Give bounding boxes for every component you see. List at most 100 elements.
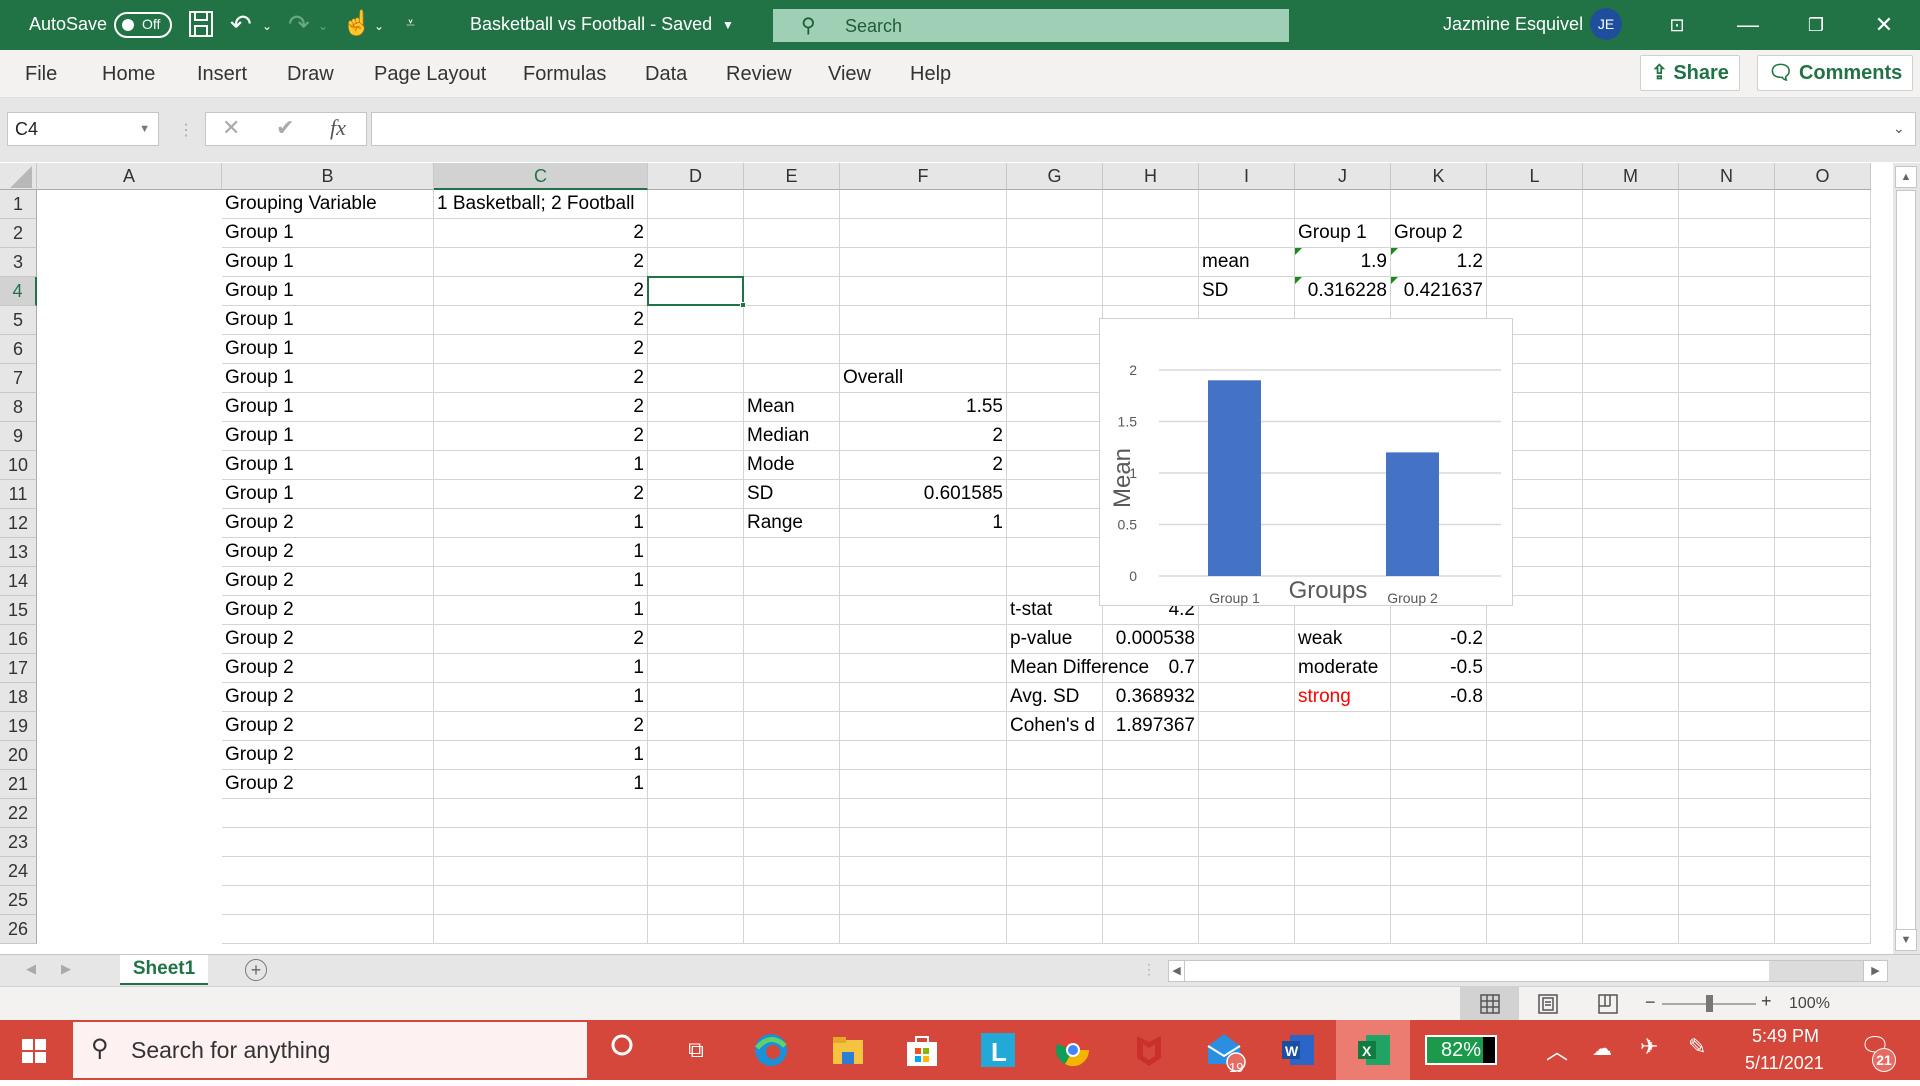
cell-a9[interactable]: Group 1: [222, 422, 434, 451]
cell-empty[interactable]: [1295, 886, 1391, 915]
cell-empty[interactable]: [1775, 422, 1871, 451]
cell-empty[interactable]: [1007, 741, 1103, 770]
mean-label[interactable]: mean: [1199, 248, 1295, 277]
cell-empty[interactable]: [1679, 364, 1775, 393]
tab-file[interactable]: File: [25, 63, 57, 86]
cell-empty[interactable]: [840, 219, 1007, 248]
group1-sd[interactable]: 0.316228: [1295, 277, 1391, 306]
cell-empty[interactable]: [648, 335, 744, 364]
cell-empty[interactable]: [1775, 741, 1871, 770]
cell-empty[interactable]: [1679, 248, 1775, 277]
row-header-10[interactable]: 10: [0, 451, 37, 480]
cell-a7[interactable]: Group 1: [222, 364, 434, 393]
cell-empty[interactable]: [1007, 567, 1103, 596]
cell-empty[interactable]: [1007, 480, 1103, 509]
cell-empty[interactable]: [1199, 770, 1295, 799]
pen-workspace-icon[interactable]: ✎: [1688, 1034, 1706, 1060]
cell-empty[interactable]: [840, 335, 1007, 364]
column-header-o[interactable]: O: [1775, 163, 1871, 190]
horizontal-scroll-track[interactable]: [1769, 961, 1863, 981]
column-header-f[interactable]: F: [840, 163, 1007, 190]
cancel-icon[interactable]: ✕: [222, 115, 240, 141]
cell-empty[interactable]: [648, 277, 744, 306]
cell-b13[interactable]: 1: [434, 538, 648, 567]
cell-empty[interactable]: [1391, 712, 1487, 741]
row-header-2[interactable]: 2: [0, 219, 37, 248]
ttest-label[interactable]: p-value: [1007, 625, 1103, 654]
cell-empty[interactable]: [1679, 770, 1775, 799]
cell-empty[interactable]: [1295, 712, 1391, 741]
cell-empty[interactable]: [1007, 886, 1103, 915]
cell-empty[interactable]: [744, 190, 840, 219]
cell-empty[interactable]: [1007, 451, 1103, 480]
cell-empty[interactable]: [222, 857, 434, 886]
next-sheet-icon[interactable]: ▶: [61, 961, 71, 977]
cell-empty[interactable]: [648, 190, 744, 219]
cell-empty[interactable]: [1295, 828, 1391, 857]
row-header-9[interactable]: 9: [0, 422, 37, 451]
cell-empty[interactable]: [1583, 335, 1679, 364]
cell-empty[interactable]: [1679, 219, 1775, 248]
cell-empty[interactable]: [1775, 770, 1871, 799]
clock-time[interactable]: 5:49 PM: [1752, 1026, 1819, 1047]
cell-empty[interactable]: [1199, 219, 1295, 248]
overall-label-range[interactable]: Range: [744, 509, 840, 538]
select-all-corner[interactable]: [0, 163, 37, 190]
cell-empty[interactable]: [1775, 857, 1871, 886]
cell-empty[interactable]: [1775, 654, 1871, 683]
cell-empty[interactable]: [648, 422, 744, 451]
row-header-8[interactable]: 8: [0, 393, 37, 422]
cell-empty[interactable]: [1583, 538, 1679, 567]
cell-empty[interactable]: [840, 277, 1007, 306]
row-header-6[interactable]: 6: [0, 335, 37, 364]
cell-empty[interactable]: [648, 799, 744, 828]
cell-b10[interactable]: 1: [434, 451, 648, 480]
column-header-l[interactable]: L: [1487, 163, 1583, 190]
cell-empty[interactable]: [648, 828, 744, 857]
formula-input[interactable]: [371, 112, 1916, 146]
cell-empty[interactable]: [1583, 364, 1679, 393]
cell-empty[interactable]: [840, 538, 1007, 567]
close-icon[interactable]: ✕: [1864, 8, 1904, 42]
cell-empty[interactable]: [1007, 364, 1103, 393]
cell-empty[interactable]: [1679, 799, 1775, 828]
group2-mean[interactable]: 1.2: [1391, 248, 1487, 277]
cell-empty[interactable]: [1583, 712, 1679, 741]
cell-empty[interactable]: [1391, 857, 1487, 886]
tab-formulas[interactable]: Formulas: [523, 63, 606, 86]
cell-a12[interactable]: Group 2: [222, 509, 434, 538]
cell-empty[interactable]: [1679, 306, 1775, 335]
cell-b20[interactable]: 1: [434, 741, 648, 770]
cell-empty[interactable]: [1007, 770, 1103, 799]
cell-empty[interactable]: [744, 712, 840, 741]
cell-empty[interactable]: [648, 712, 744, 741]
cell-empty[interactable]: [1679, 480, 1775, 509]
cell-empty[interactable]: [1679, 857, 1775, 886]
cell-empty[interactable]: [1775, 886, 1871, 915]
cell-a2[interactable]: Group 1: [222, 219, 434, 248]
cell-b11[interactable]: 2: [434, 480, 648, 509]
cell-empty[interactable]: [1295, 799, 1391, 828]
touch-dropdown-icon[interactable]: ⌄: [374, 12, 384, 40]
column-header-h[interactable]: H: [1103, 163, 1199, 190]
cell-empty[interactable]: [1295, 857, 1391, 886]
cell-empty[interactable]: [1487, 248, 1583, 277]
cell-empty[interactable]: [1007, 393, 1103, 422]
cell-empty[interactable]: [1103, 828, 1199, 857]
cell-b12[interactable]: 1: [434, 509, 648, 538]
cell-empty[interactable]: [1487, 799, 1583, 828]
cell-b18[interactable]: 1: [434, 683, 648, 712]
sheet-tab-sheet1[interactable]: Sheet1: [120, 955, 208, 985]
scroll-right-icon[interactable]: ▶: [1863, 961, 1887, 981]
cell-empty[interactable]: [648, 248, 744, 277]
cell-b21[interactable]: 1: [434, 770, 648, 799]
tab-help[interactable]: Help: [910, 63, 951, 86]
microsoft-store-icon[interactable]: [904, 1032, 940, 1068]
cell-empty[interactable]: [648, 596, 744, 625]
cell-empty[interactable]: [744, 654, 840, 683]
cell-empty[interactable]: [1583, 480, 1679, 509]
overall-value-mode[interactable]: 2: [840, 451, 1007, 480]
row-header-24[interactable]: 24: [0, 857, 37, 886]
cell-empty[interactable]: [744, 538, 840, 567]
cell-empty[interactable]: [1103, 248, 1199, 277]
